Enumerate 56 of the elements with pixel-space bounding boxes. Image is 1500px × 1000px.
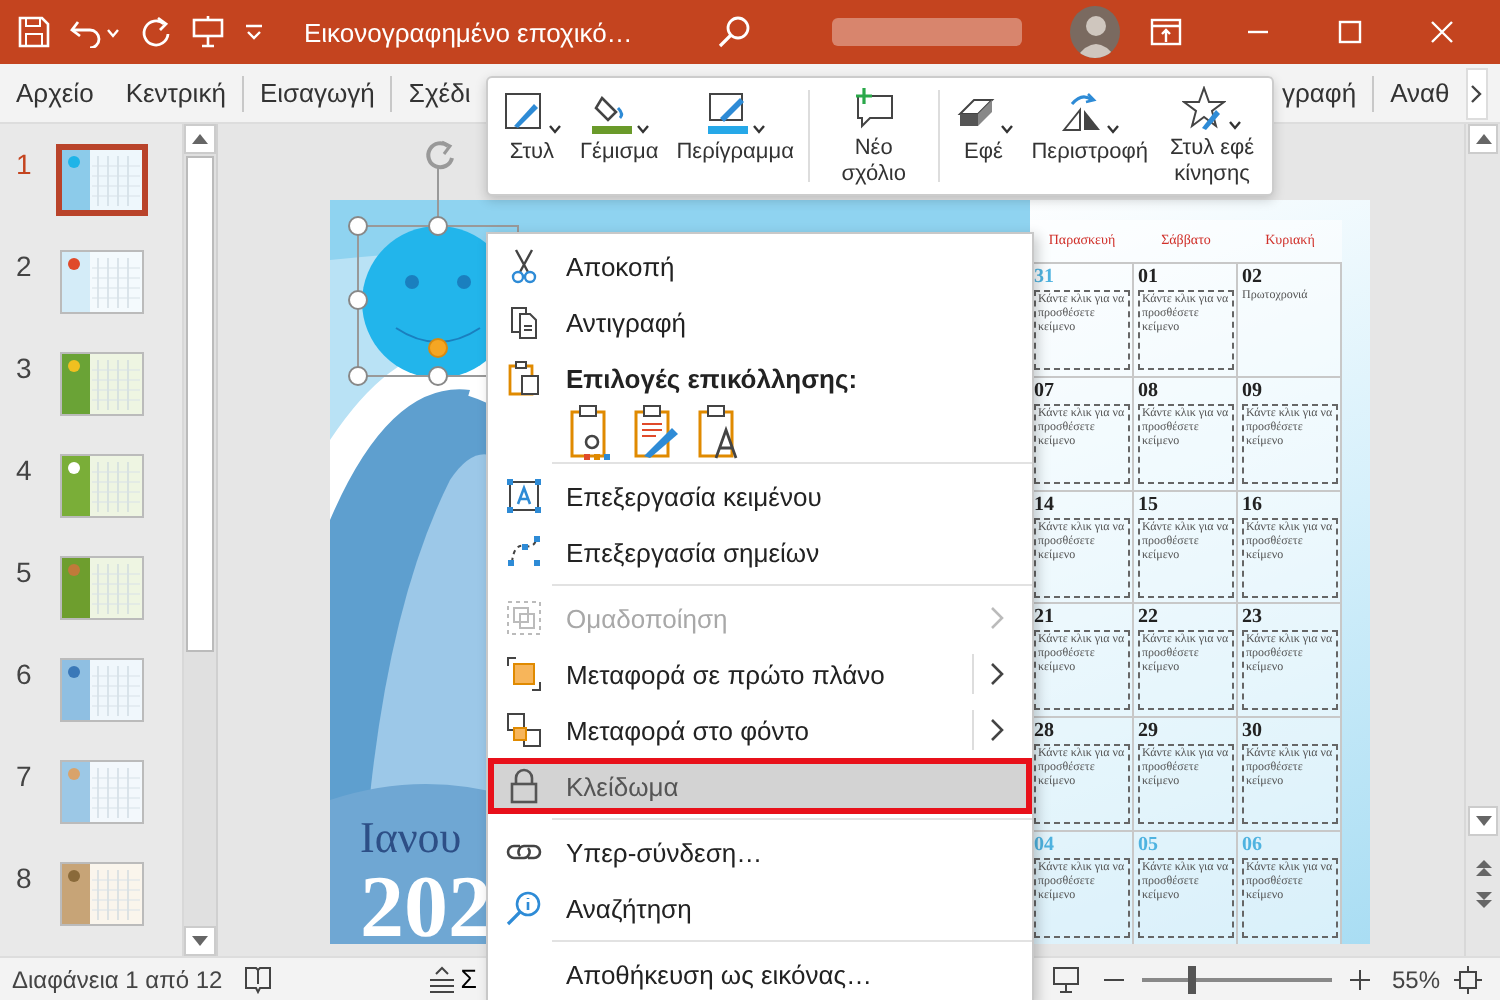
menu-item[interactable]: Αναζήτηση [488,880,1032,936]
toolbar-button[interactable]: Γέμισμα [574,86,665,186]
slide-number: 8 [14,862,34,894]
slide-number: 3 [14,352,34,384]
calendar-day: 30 [1242,720,1262,745]
calendar-day: 07 [1034,379,1054,404]
menu-item[interactable]: Επεξεργασία σημείων [488,524,1032,580]
menu-item[interactable]: Μεταφορά σε πρώτο πλάνο [488,646,1032,702]
calendar-day: 04 [1034,834,1054,859]
calendar-day: 23 [1242,606,1262,631]
calendar-day: 02 [1242,266,1262,290]
calendar-day: 06 [1242,834,1262,859]
ribbon-tab[interactable]: Αρχείο [0,78,110,108]
calendar-day: 09 [1242,379,1262,404]
menu-item[interactable]: Αποθήκευση ως εικόνας… [488,946,1032,1000]
calendar-day: 21 [1034,606,1054,631]
calendar-day: 15 [1138,493,1158,518]
ribbon-tab[interactable]: Κεντρική [109,78,242,108]
menu-item[interactable]: Επεξεργασία κειμένου [488,468,1032,524]
toolbar-button[interactable]: Εφέ [947,86,1020,186]
notes-button[interactable]: Σ [422,958,483,1000]
menu-item[interactable]: Υπερ-σύνδεση… [488,824,1032,880]
toolbar-button[interactable]: Στυλ εφέ κίνησης [1160,86,1264,186]
calendar-day: 05 [1138,834,1158,859]
slide-number: 4 [14,454,34,486]
ribbon-tab[interactable]: Αναθ [1374,78,1466,108]
menu-heading: Επιλογές επικόλλησης: [566,363,858,393]
calendar-day: 16 [1242,493,1262,518]
window-title: Εικονογραφημένο εποχικό… [304,17,633,47]
toolbar-button[interactable]: Στυλ [496,86,568,186]
ribbon-tab[interactable]: γραφή [1278,78,1373,108]
toolbar-button[interactable]: Περιστροφή [1025,86,1155,186]
calendar-day: 29 [1138,720,1158,745]
ribbon-tab[interactable]: Σχέδι [392,78,471,108]
slide-number: 2 [14,250,34,282]
month-title: Ιανου [360,812,462,864]
year-title: 202 [360,864,492,944]
zoom-percentage[interactable]: 55% [1391,965,1440,993]
slide-counter: Διαφάνεια 1 από 12 [12,965,223,993]
slide-number: 6 [14,658,34,690]
calendar-day: 08 [1138,379,1158,404]
calendar-day: 22 [1138,606,1158,631]
calendar-day: 28 [1034,720,1054,745]
menu-item[interactable]: Κλείδωμα [488,758,1032,814]
calendar-day: 01 [1138,266,1158,290]
calendar-day: 31 [1034,266,1054,290]
slide-number: 5 [14,556,34,588]
slide-number: 1 [14,148,34,180]
menu-item[interactable]: Αποκοπή [488,238,1032,294]
toolbar-button[interactable]: Νέο σχόλιο [817,86,930,186]
ribbon-tab[interactable]: Εισαγωγή [243,78,391,108]
toolbar-button[interactable]: Περίγραμμα [670,86,800,186]
calendar-day: 14 [1034,493,1054,518]
menu-item[interactable]: Μεταφορά στο φόντο [488,702,1032,758]
menu-item[interactable]: Αντιγραφή [488,294,1032,350]
slide-number: 7 [14,760,34,792]
